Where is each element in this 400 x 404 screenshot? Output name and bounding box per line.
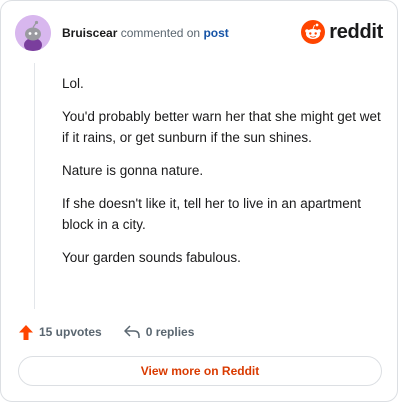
reply-count: 0 replies (145, 325, 195, 339)
replies-button[interactable]: 0 replies (123, 325, 195, 339)
reddit-comment-card: Bruiscear commented on post reddit Lol. … (0, 0, 398, 402)
post-link[interactable]: post (203, 26, 228, 40)
reddit-wordmark: reddit (329, 20, 383, 43)
upvote-button[interactable]: 15 upvotes (19, 324, 102, 340)
thread-line (34, 63, 35, 309)
username[interactable]: Bruiscear (62, 26, 117, 40)
comment-paragraph: Nature is gonna nature. (62, 163, 204, 178)
reply-arrow-icon (123, 325, 140, 338)
snoo-avatar-icon (15, 15, 51, 51)
comment-body: Lol. You'd probably better warn her that… (62, 73, 382, 280)
reddit-logo[interactable]: reddit (301, 19, 383, 45)
comment-header: Bruiscear commented on post reddit (15, 15, 383, 51)
commented-on-text: commented on (120, 26, 201, 40)
comment-paragraph: Your garden sounds fabulous. (62, 250, 241, 265)
comment-paragraph: You'd probably better warn her that she … (62, 109, 381, 145)
reddit-snoo-icon (301, 20, 326, 44)
view-more-button[interactable]: View more on Reddit (18, 356, 382, 386)
comment-meta: Bruiscear commented on post (62, 26, 229, 40)
avatar[interactable] (15, 15, 51, 51)
comment-actions: 15 upvotes 0 replies (19, 321, 194, 343)
comment-paragraph: If she doesn't like it, tell her to live… (62, 196, 361, 232)
upvote-count: 15 upvotes (39, 325, 102, 339)
upvote-arrow-icon (19, 324, 33, 340)
comment-paragraph: Lol. (62, 76, 84, 91)
